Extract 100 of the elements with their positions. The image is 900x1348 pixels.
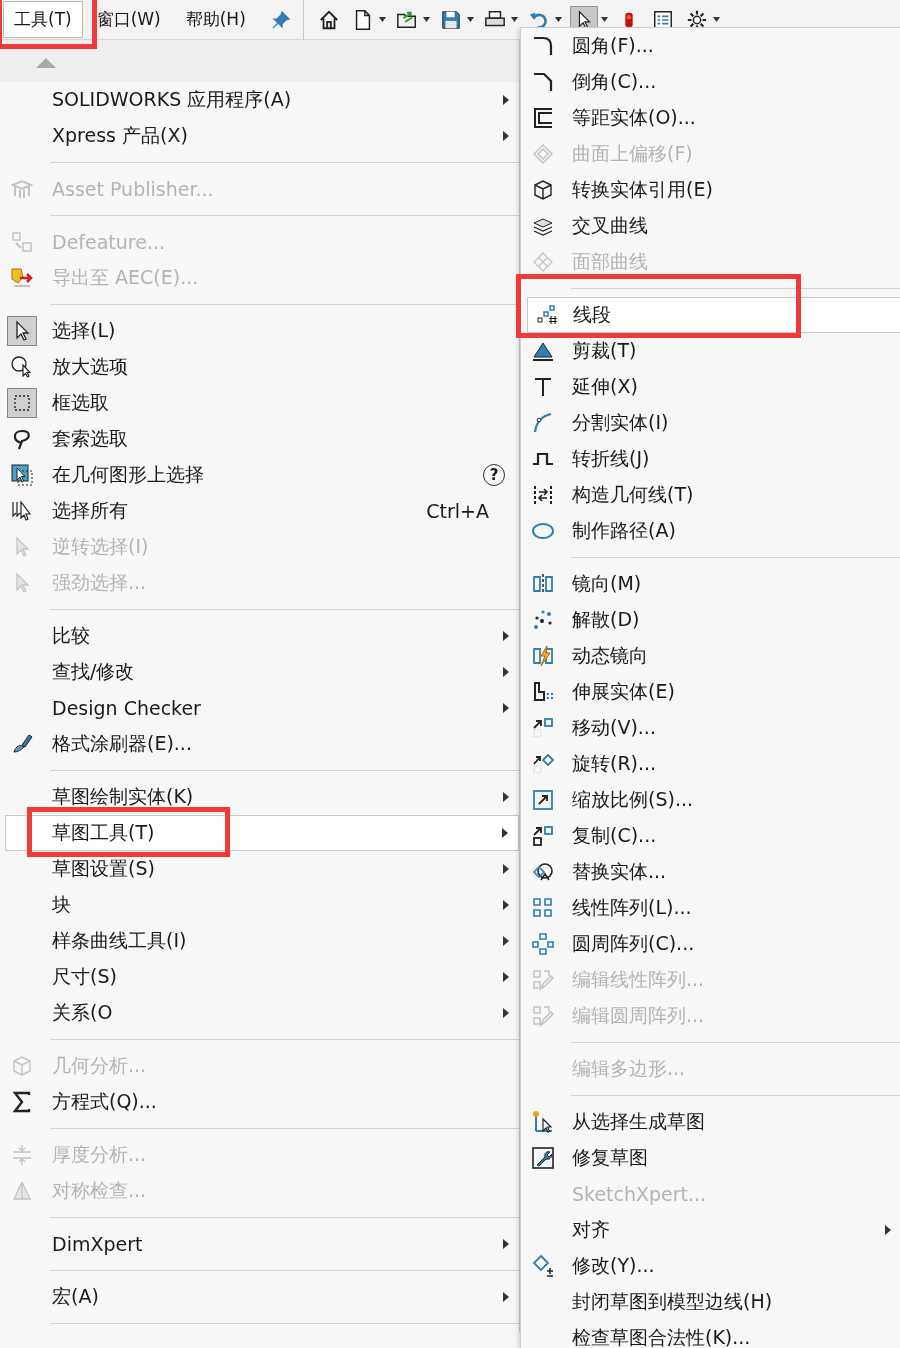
menu-item-label: 转换实体引用(E)	[572, 177, 714, 202]
menu-item-label: 草图工具(T)	[52, 820, 156, 845]
menu-item[interactable]: Design Checker	[0, 690, 519, 726]
menu-item[interactable]: 圆周阵列(C)...	[521, 926, 900, 962]
menu-item[interactable]: 从选择生成草图	[521, 1104, 900, 1140]
menu-item[interactable]: 构造几何线(T)	[521, 477, 900, 513]
menu-item[interactable]: 线段	[527, 297, 900, 333]
menu-item-label: 草图绘制实体(K)	[52, 784, 195, 809]
menu-item[interactable]: 线性阵列(L)...	[521, 890, 900, 926]
pin-icon[interactable]	[270, 9, 291, 30]
menu-item[interactable]: 伸展实体(E)	[521, 674, 900, 710]
menu-item[interactable]: 转折线(J)	[521, 441, 900, 477]
menu-item[interactable]: 套索选取	[0, 421, 519, 457]
menu-item[interactable]: 复制(C)...	[521, 818, 900, 854]
menu-item[interactable]: 选择(L)	[0, 313, 519, 349]
menu-item-label: 几何分析...	[52, 1053, 148, 1078]
menu-item[interactable]: 旋转(R)...	[521, 746, 900, 782]
menu-item[interactable]: 等距实体(O)...	[521, 100, 900, 136]
menu-title[interactable]: 工具(T)	[3, 1, 83, 38]
caret-icon[interactable]	[466, 17, 474, 22]
menu-item[interactable]: 倒角(C)...	[521, 64, 900, 100]
shortcut-label: Ctrl+A	[426, 500, 489, 522]
menu-item[interactable]: 分割实体(I)	[521, 405, 900, 441]
mirror-bolt-icon	[531, 644, 555, 668]
stretch-icon	[531, 680, 555, 704]
mesh-icon	[531, 250, 555, 274]
construction-icon	[531, 483, 555, 507]
menu-item[interactable]: DimXpert	[0, 1226, 519, 1262]
menu-item[interactable]: 解散(D)	[521, 602, 900, 638]
menu-item-label: 倒角(C)...	[572, 69, 658, 94]
floppy-icon	[439, 8, 462, 31]
menu-item-label: 修改(Y)...	[572, 1253, 656, 1278]
caret-icon[interactable]	[378, 17, 386, 22]
menu-item[interactable]: 剪裁(T)	[521, 333, 900, 369]
menu-item[interactable]: 格式涂刷器(E)...	[0, 726, 519, 762]
menu-item-label: 伸展实体(E)	[572, 679, 676, 704]
caret-icon[interactable]	[510, 17, 518, 22]
menu-title[interactable]: 帮助(H)	[174, 1, 257, 38]
menu-item-label: 移动(V)...	[572, 715, 657, 740]
squares-icon	[10, 230, 34, 254]
menu-item[interactable]: 宏(A)	[0, 1279, 519, 1315]
menu-item-label: 延伸(X)	[572, 374, 639, 399]
menu-item[interactable]: 尺寸(S)	[0, 959, 519, 995]
menu-item-label: 检查草图合法性(K)...	[572, 1325, 752, 1348]
scale-icon	[531, 788, 555, 812]
menu-item[interactable]: 查找/修改	[0, 654, 519, 690]
menu-item[interactable]: 缩放比例(S)...	[521, 782, 900, 818]
menu-item[interactable]: 在几何图形上选择 ?	[0, 457, 519, 493]
menu-item-label: 编辑线性阵列...	[572, 967, 706, 992]
menu-item-label: 方程式(Q)...	[52, 1089, 158, 1114]
cursor-icon	[7, 316, 37, 346]
menu-item-label: 线性阵列(L)...	[572, 895, 693, 920]
menu-item[interactable]: 放大选项	[0, 349, 519, 385]
caret-icon[interactable]	[554, 17, 562, 22]
menu-item-label: 放大选项	[52, 354, 129, 379]
menu-item[interactable]: 选择所有 Ctrl+A	[0, 493, 519, 529]
menu-item-label: 选择所有	[52, 498, 129, 523]
menu-item[interactable]: 转换实体引用(E)	[521, 172, 900, 208]
menu-item[interactable]: 延伸(X)	[521, 369, 900, 405]
menu-item-label: 替换实体...	[572, 859, 668, 884]
caret-icon[interactable]	[712, 17, 720, 22]
menu-item-label: Defeature...	[52, 231, 167, 253]
wrench-icon	[531, 1146, 555, 1170]
menu-item[interactable]: Xpress 产品(X)	[0, 118, 519, 154]
menu-item-label: 镜向(M)	[572, 571, 643, 596]
menu-item-label: 圆周阵列(C)...	[572, 931, 696, 956]
menu-item[interactable]: SOLIDWORKS 应用程序(A)	[0, 82, 519, 118]
thickness-icon	[10, 1143, 34, 1167]
menu-item[interactable]: 替换实体...	[521, 854, 900, 890]
menu-item[interactable]: 比较	[0, 618, 519, 654]
menu-item[interactable]: 草图绘制实体(K)	[0, 779, 519, 815]
segment-icon	[535, 303, 559, 327]
menu-item-label: Design Checker	[52, 697, 202, 719]
menu-item[interactable]: 修复草图	[521, 1140, 900, 1176]
menu-item[interactable]: 封闭草图到模型边线(H)	[521, 1284, 900, 1320]
menu-item-label: 对称检查...	[52, 1178, 148, 1203]
menu-item[interactable]: 修改(Y)...	[521, 1248, 900, 1284]
menu-item[interactable]: 方程式(Q)...	[0, 1084, 519, 1120]
menu-item-label: 旋转(R)...	[572, 751, 658, 776]
menu-item[interactable]: 动态镜向	[521, 638, 900, 674]
menu-item[interactable]: 草图工具(T)	[5, 815, 519, 851]
menu-item[interactable]: 样条曲线工具(I)	[0, 923, 519, 959]
caret-icon[interactable]	[600, 17, 608, 22]
menu-item[interactable]: 制作路径(A)	[521, 513, 900, 549]
menu-item-label: 线段	[573, 302, 612, 327]
menu-item[interactable]: 草图设置(S)	[0, 851, 519, 887]
menu-item[interactable]: 对齐	[521, 1212, 900, 1248]
menu-item[interactable]: 圆角(F)...	[521, 28, 900, 64]
menu-item[interactable]: 检查草图合法性(K)...	[521, 1320, 900, 1348]
menu-item-label: SketchXpert...	[572, 1183, 708, 1205]
arrow-block-icon	[10, 266, 34, 290]
move-icon	[531, 716, 555, 740]
menu-item[interactable]: 镜向(M)	[521, 566, 900, 602]
menu-item[interactable]: 块	[0, 887, 519, 923]
caret-icon[interactable]	[422, 17, 430, 22]
menu-item[interactable]: 关系(O	[0, 995, 519, 1031]
menu-title[interactable]: 窗口(W)	[85, 1, 172, 38]
menu-item[interactable]: 交叉曲线	[521, 208, 900, 244]
menu-item[interactable]: 框选取	[0, 385, 519, 421]
menu-item[interactable]: 移动(V)...	[521, 710, 900, 746]
